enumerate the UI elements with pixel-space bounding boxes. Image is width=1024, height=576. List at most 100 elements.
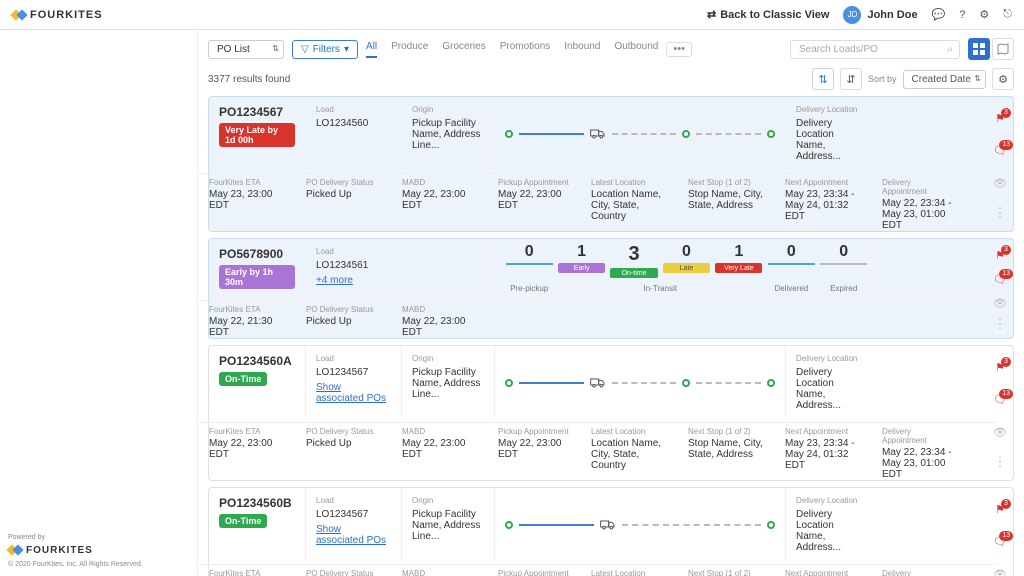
main: PO List ▽ Filters ▾ All Produce Groceries P… bbox=[198, 30, 1024, 576]
po-col: PO1234560B On-Time bbox=[209, 488, 306, 560]
dest-col: Delivery LocationDelivery Location Name,… bbox=[786, 346, 876, 418]
row-menu-icon[interactable]: ⋮ bbox=[994, 321, 1007, 328]
sort-settings-button[interactable]: ⚙ bbox=[992, 68, 1014, 90]
watch-icon[interactable]: 👁 bbox=[993, 177, 1007, 190]
footer-block: Powered by FOURKITES © 2020 FourKites, I… bbox=[8, 534, 189, 568]
sort-dropdown[interactable]: Created Date bbox=[903, 70, 986, 89]
more-tabs-button[interactable]: ••• bbox=[666, 42, 692, 57]
row-menu-icon[interactable]: ⋮ bbox=[994, 459, 1007, 466]
dest-col: Delivery LocationDelivery Location Name,… bbox=[786, 97, 876, 169]
filters-label: Filters bbox=[313, 44, 340, 55]
origin-col: OriginPickup Facility Name, Address Line… bbox=[402, 97, 495, 169]
list-icon bbox=[973, 43, 985, 55]
sort-asc-button[interactable]: ⇅ bbox=[812, 68, 834, 90]
po-row[interactable]: PO5678900 Early by 1h 30m LoadLO1234561 … bbox=[208, 238, 1014, 339]
search-placeholder: Search Loads/PO bbox=[799, 44, 878, 55]
tab-promotions[interactable]: Promotions bbox=[500, 41, 551, 58]
po-col: PO1234560A On-Time bbox=[209, 346, 306, 418]
logo-icon bbox=[8, 543, 22, 557]
back-to-classic-link[interactable]: ⇄ Back to Classic View bbox=[707, 8, 829, 21]
powered-label: Powered by bbox=[8, 534, 189, 541]
toolbar: PO List ▽ Filters ▾ All Produce Groceries P… bbox=[198, 30, 1024, 68]
view-selector[interactable]: PO List bbox=[208, 40, 284, 59]
filters-button[interactable]: ▽ Filters ▾ bbox=[292, 40, 358, 59]
footer-brand: FOURKITES bbox=[26, 545, 93, 556]
po-row[interactable]: PO1234560A On-Time LoadLO1234567 Show as… bbox=[208, 345, 1014, 481]
comment-icon[interactable]: 🗨13 bbox=[993, 535, 1007, 548]
dest-dot bbox=[767, 521, 775, 529]
flag-icon[interactable]: ⚑3 bbox=[995, 361, 1005, 374]
tab-groceries[interactable]: Groceries bbox=[442, 41, 485, 58]
settings-icon[interactable]: ⚙ bbox=[979, 8, 989, 21]
chevron-down-icon: ▾ bbox=[344, 44, 349, 55]
midpoint-dot bbox=[682, 130, 690, 138]
flag-icon[interactable]: ⚑3 bbox=[995, 249, 1005, 262]
status-badge: Early by 1h 30m bbox=[219, 265, 295, 289]
po-number: PO1234560A bbox=[219, 354, 295, 368]
progress-col bbox=[495, 488, 786, 560]
back-label: Back to Classic View bbox=[720, 9, 829, 21]
po-number: PO1234567 bbox=[219, 105, 295, 119]
view-toggle bbox=[968, 38, 1014, 60]
sort-desc-button[interactable]: ⇵ bbox=[840, 68, 862, 90]
map-icon bbox=[997, 43, 1009, 55]
progress-col bbox=[495, 346, 786, 418]
row-actions: ⚑3 🗨13 👁 ⋮ bbox=[987, 239, 1013, 338]
origin-dot bbox=[505, 130, 513, 138]
results-bar: 3377 results found ⇅ ⇵ Sort by Created D… bbox=[198, 68, 1024, 96]
truck-icon bbox=[590, 128, 606, 140]
sort-controls: ⇅ ⇵ Sort by Created Date ⚙ bbox=[812, 68, 1014, 90]
tab-produce[interactable]: Produce bbox=[391, 41, 428, 58]
load-link[interactable]: Show associated POs bbox=[316, 524, 391, 546]
load-col: LoadLO1234561 +4 more bbox=[306, 239, 402, 296]
flag-icon[interactable]: ⚑3 bbox=[995, 112, 1005, 125]
truck-icon bbox=[600, 519, 616, 531]
brand-logo: FOURKITES bbox=[12, 8, 103, 22]
help-icon[interactable]: ? bbox=[959, 9, 965, 21]
filter-icon: ▽ bbox=[301, 44, 309, 55]
origin-col: OriginPickup Facility Name, Address Line… bbox=[402, 488, 495, 560]
search-input[interactable]: Search Loads/PO ⌕ bbox=[790, 40, 960, 59]
flag-icon[interactable]: ⚑3 bbox=[995, 503, 1005, 516]
row-actions: ⚑3 🗨13 👁 ⋮ bbox=[987, 488, 1013, 576]
comment-icon[interactable]: 🗨13 bbox=[993, 273, 1007, 286]
po-number: PO1234560B bbox=[219, 496, 295, 510]
watch-icon[interactable]: 👁 bbox=[993, 297, 1007, 310]
tab-inbound[interactable]: Inbound bbox=[564, 41, 600, 58]
dest-col bbox=[879, 239, 969, 296]
po-list: PO1234567 Very Late by 1d 00h LoadLO1234… bbox=[198, 96, 1024, 576]
map-view-button[interactable] bbox=[992, 38, 1014, 60]
po-number: PO5678900 bbox=[219, 247, 295, 261]
load-col: LoadLO1234567 Show associated POs bbox=[306, 488, 402, 560]
tab-outbound[interactable]: Outbound bbox=[614, 41, 658, 58]
comment-icon[interactable]: 🗨13 bbox=[993, 144, 1007, 157]
search-icon: ⌕ bbox=[947, 44, 953, 55]
sort-label: Sort by bbox=[868, 74, 897, 84]
po-row[interactable]: PO1234567 Very Late by 1d 00h LoadLO1234… bbox=[208, 96, 1014, 232]
origin-col: OriginPickup Facility Name, Address Line… bbox=[402, 346, 495, 418]
switch-icon: ⇄ bbox=[707, 8, 716, 21]
user-chip[interactable]: JD John Doe bbox=[843, 6, 917, 24]
status-badge: On-Time bbox=[219, 372, 267, 386]
row-actions: ⚑3 🗨13 👁 ⋮ bbox=[987, 97, 1013, 231]
dest-col: Delivery LocationDelivery Location Name,… bbox=[786, 488, 876, 560]
list-view-button[interactable] bbox=[968, 38, 990, 60]
chat-icon[interactable]: 💬 bbox=[932, 8, 946, 21]
username: John Doe bbox=[867, 9, 917, 21]
load-link[interactable]: Show associated POs bbox=[316, 382, 391, 404]
logout-icon[interactable]: ⎋ bbox=[1003, 8, 1012, 21]
progress-col bbox=[495, 97, 786, 169]
po-col: PO5678900 Early by 1h 30m bbox=[209, 239, 306, 296]
sidebar: Powered by FOURKITES © 2020 FourKites, I… bbox=[0, 30, 198, 576]
load-col: LoadLO1234567 Show associated POs bbox=[306, 346, 402, 418]
row-menu-icon[interactable]: ⋮ bbox=[994, 210, 1007, 217]
results-count: 3377 results found bbox=[208, 74, 290, 85]
footer-logo: FOURKITES bbox=[8, 543, 189, 557]
po-row[interactable]: PO1234560B On-Time LoadLO1234567 Show as… bbox=[208, 487, 1014, 576]
watch-icon[interactable]: 👁 bbox=[993, 426, 1007, 439]
comment-icon[interactable]: 🗨13 bbox=[993, 393, 1007, 406]
stats-col: 0 1Early 3On-time 0Late 1Very Late 0 0 P… bbox=[495, 239, 879, 296]
watch-icon[interactable]: 👁 bbox=[993, 568, 1007, 576]
load-link[interactable]: +4 more bbox=[316, 275, 391, 286]
tab-all[interactable]: All bbox=[366, 41, 377, 58]
